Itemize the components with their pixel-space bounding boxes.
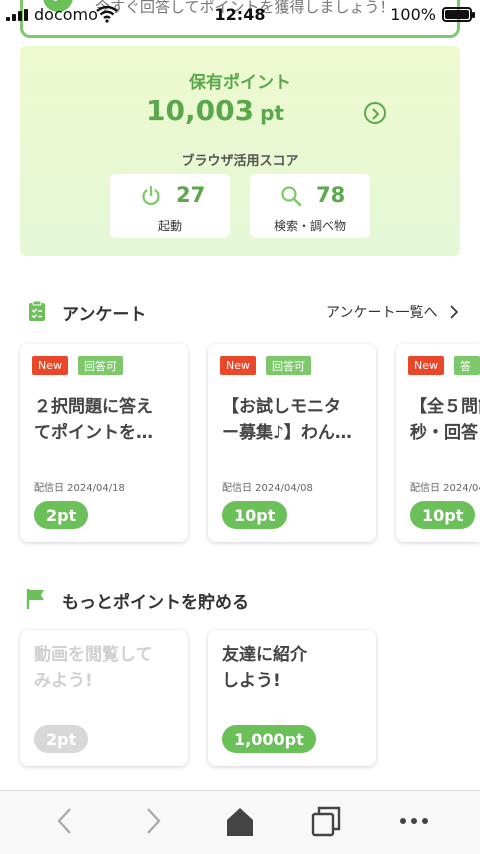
survey-section-title: アンケート [62,305,147,325]
survey-title: ２択問題に答え てポイントを… [34,397,153,443]
battery-icon [442,7,475,22]
browser-score-label: ブラウザ活用スコア [181,154,299,169]
score-search: 78 検索・調べ物 [250,174,370,238]
survey-date: 配信日 2024/04/08 [222,483,313,494]
back-icon[interactable] [50,805,82,837]
survey-list-link[interactable]: アンケート一覧へ [326,302,462,322]
points-card: 保有ポイント 10,003 pt ブラウザ活用スコア 27 起動 78 検索・調べ… [20,46,460,256]
points-value: 10,003 pt [20,94,410,127]
more-points-section-title: もっとポイントを貯める [62,593,249,613]
points-unit: pt [260,101,284,125]
watch-video-title: 動画を閲覧して みよう! [34,645,153,691]
home-icon[interactable] [224,805,256,837]
survey-card[interactable]: New 回答可 【お試しモニタ ー募集♪】わん… 配信日 2024/04/08 … [208,344,376,542]
answerable-badge: 回答可 [78,356,123,375]
survey-points: 10pt [222,501,288,529]
more-icon[interactable] [398,805,430,837]
score-startup-value: 27 [176,183,206,207]
watch-video-points: 2pt [34,725,89,753]
survey-title: 【全５問簡単 秒・回答 [410,397,480,443]
watch-video-card[interactable]: 動画を閲覧して みよう! 2pt [20,630,188,766]
power-icon [142,185,160,206]
status-bar: docomo 12:48 100% [0,0,480,30]
points-label: 保有ポイント [189,73,291,93]
forward-icon[interactable] [136,805,168,837]
survey-points: 10pt [410,501,476,529]
new-badge: New [408,356,444,375]
score-startup: 27 起動 [110,174,230,238]
survey-title: 【お試しモニタ ー募集♪】わん… [222,397,352,443]
survey-card[interactable]: New 回答可 ２択問題に答え てポイントを… 配信日 2024/04/18 2… [20,344,188,542]
answerable-badge: 回答可 [266,356,311,375]
new-badge: New [220,356,256,375]
points-detail-button[interactable] [364,102,386,124]
answerable-badge: 回答可 [454,344,480,389]
browser-toolbar [0,790,480,854]
survey-date: 配信日 2024/04/ [410,483,480,494]
refer-friend-points: 1,000pt [222,725,316,753]
tabs-icon[interactable] [310,805,342,837]
chevron-right-icon [372,108,380,120]
flag-icon [26,589,44,609]
refer-friend-title: 友達に紹介 しよう! [222,645,307,691]
chevron-right-icon [450,305,458,319]
clipboard-icon [29,300,45,321]
survey-date: 配信日 2024/04/18 [34,483,125,494]
new-badge: New [32,356,68,375]
battery-percent: 100% [390,5,436,24]
survey-points: 2pt [34,501,89,529]
survey-card[interactable]: New 回答可 【全５問簡単 秒・回答 配信日 2024/04/ 10pt [396,344,480,542]
score-search-caption: 検索・調べ物 [273,219,346,233]
points-number: 10,003 [146,94,255,127]
search-icon [281,186,302,207]
refer-friend-card[interactable]: 友達に紹介 しよう! 1,000pt [208,630,376,766]
score-search-value: 78 [316,183,346,207]
score-startup-caption: 起動 [157,219,182,233]
survey-list-link-label: アンケート一覧へ [326,305,438,321]
